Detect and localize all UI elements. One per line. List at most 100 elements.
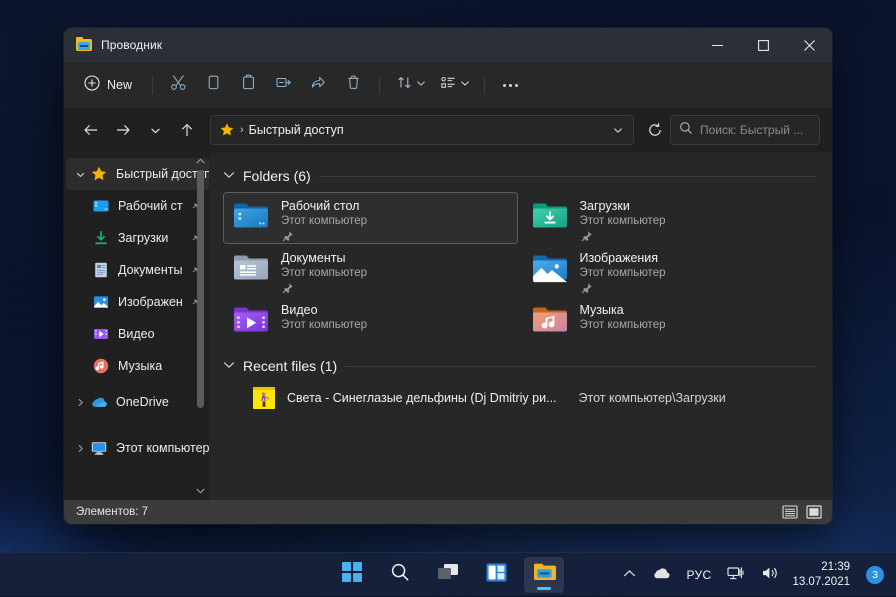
share-icon bbox=[310, 74, 327, 96]
network-icon bbox=[727, 565, 745, 586]
start-button[interactable] bbox=[332, 557, 372, 593]
folders-group-header[interactable]: Folders (6) bbox=[223, 168, 816, 184]
sidebar-item-downloads[interactable]: Загрузки bbox=[66, 222, 209, 254]
view-button[interactable] bbox=[433, 69, 475, 101]
sidebar-item-label: Изображен bbox=[118, 295, 183, 309]
scroll-up-icon[interactable] bbox=[196, 154, 205, 168]
group-divider bbox=[319, 176, 816, 177]
group-divider bbox=[345, 366, 816, 367]
network-button[interactable] bbox=[720, 557, 752, 593]
recent-file-row[interactable]: Света - Синеглазые дельфины (Dj Dmitriy … bbox=[245, 382, 816, 414]
chevron-right-icon[interactable] bbox=[70, 436, 90, 460]
folder-tile[interactable]: Загрузки Этот компьютер bbox=[522, 192, 817, 244]
maximize-button[interactable] bbox=[740, 28, 786, 62]
sidebar-item-videos[interactable]: Видео bbox=[66, 318, 209, 350]
sidebar-item-music[interactable]: Музыка bbox=[66, 350, 209, 382]
up-button[interactable] bbox=[172, 115, 202, 145]
copy-icon bbox=[205, 74, 222, 96]
scissors-icon bbox=[170, 74, 187, 96]
search-button[interactable] bbox=[380, 557, 420, 593]
desktop-folder-icon bbox=[232, 200, 270, 234]
chevron-down-icon[interactable] bbox=[223, 361, 235, 372]
chevron-down-icon[interactable] bbox=[70, 162, 90, 186]
share-button[interactable] bbox=[302, 69, 335, 101]
copy-button[interactable] bbox=[197, 69, 230, 101]
task-view-button[interactable] bbox=[428, 557, 468, 593]
chevron-right-icon[interactable] bbox=[70, 390, 90, 414]
details-view-icon[interactable] bbox=[780, 503, 800, 521]
sidebar-item-desktop[interactable]: Рабочий ст bbox=[66, 190, 209, 222]
new-button-label: New bbox=[107, 78, 132, 92]
folder-explorer-icon bbox=[76, 37, 92, 53]
window-titlebar[interactable]: Проводник bbox=[64, 28, 832, 62]
sidebar-item-quick-access[interactable]: Быстрый доступ bbox=[66, 158, 209, 190]
forward-button[interactable] bbox=[108, 115, 138, 145]
scroll-down-icon[interactable] bbox=[196, 484, 205, 498]
folder-location: Этот компьютер bbox=[281, 214, 367, 229]
sidebar-item-documents[interactable]: Документы bbox=[66, 254, 209, 286]
downloads-folder-icon bbox=[531, 200, 569, 234]
folder-location: Этот компьютер bbox=[580, 266, 666, 281]
breadcrumb-separator: › bbox=[240, 124, 244, 136]
delete-button[interactable] bbox=[337, 69, 370, 101]
recent-files-group-header[interactable]: Recent files (1) bbox=[223, 358, 816, 374]
view-toggle-group bbox=[780, 503, 824, 521]
recent-files-section: Recent files (1) Света bbox=[223, 358, 816, 414]
sidebar-item-this-pc[interactable]: Этот компьютер bbox=[66, 432, 209, 464]
search-box[interactable]: Поиск: Быстрый ... bbox=[670, 115, 820, 145]
close-button[interactable] bbox=[786, 28, 832, 62]
view-list-icon bbox=[440, 74, 457, 96]
windows-logo-icon bbox=[342, 562, 362, 587]
paste-button[interactable] bbox=[232, 69, 265, 101]
minimize-button[interactable] bbox=[694, 28, 740, 62]
folder-tile[interactable]: Рабочий стол Этот компьютер bbox=[223, 192, 518, 244]
file-explorer-button[interactable] bbox=[524, 557, 564, 593]
refresh-button[interactable] bbox=[642, 117, 668, 143]
toolbar-divider-3 bbox=[484, 76, 485, 94]
language-button[interactable]: РУС bbox=[680, 557, 719, 593]
window-controls bbox=[694, 28, 832, 62]
clock-date: 13.07.2021 bbox=[792, 575, 850, 590]
folder-tile[interactable]: Изображения Этот компьютер bbox=[522, 244, 817, 296]
sidebar-scrollbar[interactable] bbox=[195, 154, 206, 498]
folder-name: Музыка bbox=[580, 303, 666, 318]
item-count-label: Элементов: 7 bbox=[76, 506, 148, 518]
music-folder-icon bbox=[531, 304, 569, 338]
star-icon bbox=[90, 165, 108, 183]
folder-location: Этот компьютер bbox=[580, 214, 666, 229]
large-icons-view-icon[interactable] bbox=[804, 503, 824, 521]
volume-button[interactable] bbox=[754, 557, 786, 593]
star-icon bbox=[219, 122, 235, 138]
sidebar-item-label: OneDrive bbox=[116, 395, 169, 409]
scrollbar-thumb[interactable] bbox=[197, 170, 204, 408]
search-input[interactable]: Поиск: Быстрый ... bbox=[700, 123, 803, 137]
chevron-down-icon[interactable] bbox=[223, 171, 235, 182]
address-bar[interactable]: › Быстрый доступ bbox=[210, 115, 634, 145]
back-button[interactable] bbox=[76, 115, 106, 145]
tray-overflow-button[interactable] bbox=[616, 557, 643, 593]
onedrive-tray-button[interactable] bbox=[645, 557, 678, 593]
pictures-icon bbox=[92, 293, 110, 311]
widgets-button[interactable] bbox=[476, 557, 516, 593]
sidebar-item-pictures[interactable]: Изображен bbox=[66, 286, 209, 318]
navigation-pane: Быстрый доступ Рабочий ст Загрузки bbox=[64, 152, 209, 500]
cloud-icon bbox=[652, 566, 671, 585]
new-button[interactable]: New bbox=[76, 69, 143, 101]
folder-tile[interactable]: Документы Этот компьютер bbox=[223, 244, 518, 296]
sidebar-item-label: Документы bbox=[118, 263, 182, 277]
notification-center-button[interactable]: 3 bbox=[860, 557, 888, 593]
folder-tile[interactable]: Видео Этот компьютер bbox=[223, 296, 518, 348]
clock-button[interactable]: 21:39 13.07.2021 bbox=[788, 557, 858, 593]
recent-locations-button[interactable] bbox=[140, 115, 170, 145]
thispc-icon bbox=[90, 439, 108, 457]
address-dropdown-button[interactable] bbox=[607, 117, 629, 143]
sort-button[interactable] bbox=[389, 69, 431, 101]
rename-button[interactable] bbox=[267, 69, 300, 101]
folder-tile[interactable]: Музыка Этот компьютер bbox=[522, 296, 817, 348]
clipboard-icon bbox=[240, 74, 257, 96]
more-button[interactable] bbox=[494, 69, 526, 101]
recent-file-name: Света - Синеглазые дельфины (Dj Dmitriy … bbox=[287, 391, 557, 405]
cut-button[interactable] bbox=[162, 69, 195, 101]
sidebar-item-onedrive[interactable]: OneDrive bbox=[66, 386, 209, 418]
folder-name: Загрузки bbox=[580, 199, 666, 214]
